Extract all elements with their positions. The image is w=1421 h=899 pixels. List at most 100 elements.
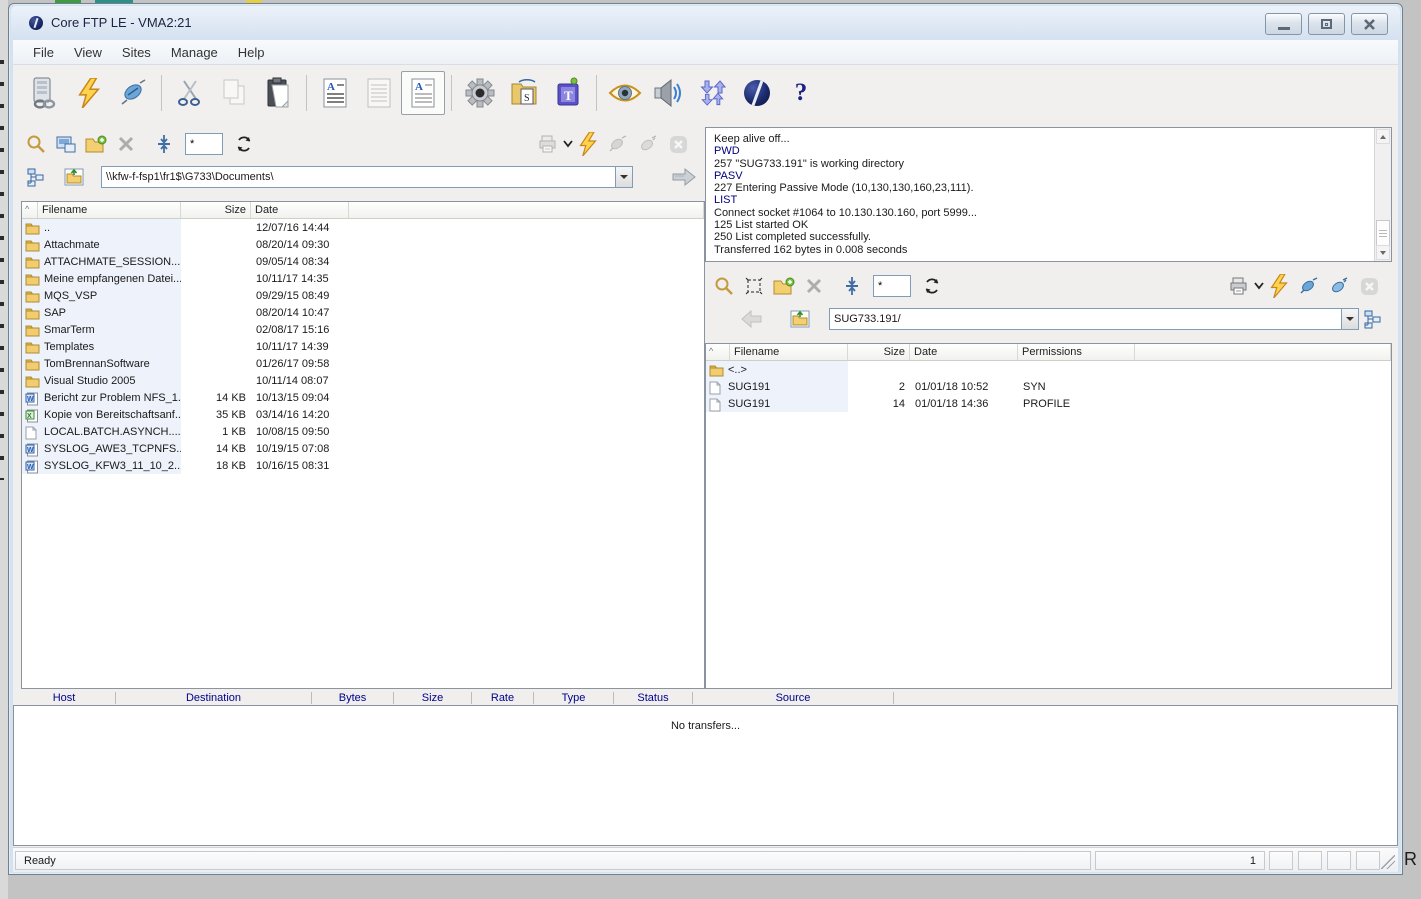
remote-filter-button[interactable] (837, 272, 867, 300)
local-path-combobox[interactable]: \\kfw-f-fsp1\fr1$\G733\Documents\ (101, 166, 633, 188)
local-connect-button[interactable] (573, 130, 603, 158)
menu-manage[interactable]: Manage (161, 42, 228, 63)
remote-reconnect-button[interactable] (1324, 272, 1354, 300)
remote-path-value[interactable]: SUG733.191/ (830, 313, 1341, 325)
file-row[interactable]: TomBrennanSoftware01/26/17 09:58 (22, 355, 704, 372)
sort-asc-icon[interactable]: ^ (706, 344, 730, 360)
templates-button[interactable]: T (546, 71, 590, 115)
queue-column-rate[interactable]: Rate (472, 692, 534, 704)
scroll-up-button[interactable] (1376, 129, 1390, 144)
local-keep-alive-button[interactable] (603, 130, 633, 158)
remote-connect-button[interactable] (1264, 272, 1294, 300)
queue-column-destination[interactable]: Destination (116, 692, 312, 704)
menu-file[interactable]: File (23, 42, 64, 63)
chevron-down-icon[interactable] (563, 140, 573, 148)
queue-column-type[interactable]: Type (534, 692, 614, 704)
file-row[interactable]: <..> (706, 361, 1391, 378)
minimize-button[interactable] (1265, 13, 1302, 35)
local-stop-button[interactable] (663, 130, 693, 158)
file-row[interactable]: WBericht zur Problem NFS_1...14 KB10/13/… (22, 389, 704, 406)
remote-tree-button[interactable] (1358, 305, 1388, 333)
local-tree-button[interactable] (21, 163, 51, 191)
remote-back-button[interactable] (737, 305, 767, 333)
chevron-down-icon[interactable] (1254, 282, 1264, 290)
sound-button[interactable] (647, 71, 691, 115)
file-row[interactable]: XKopie von Bereitschaftsanf...35 KB03/14… (22, 406, 704, 423)
queue-column-host[interactable]: Host (13, 692, 116, 704)
remote-delete-button[interactable] (799, 272, 829, 300)
help-button[interactable]: ? (779, 71, 823, 115)
local-reconnect-button[interactable] (633, 130, 663, 158)
remote-keep-alive-button[interactable] (1294, 272, 1324, 300)
queue-column-bytes[interactable]: Bytes (312, 692, 394, 704)
queue-column-size[interactable]: Size (394, 692, 472, 704)
local-parent-folder-button[interactable] (59, 163, 89, 191)
column-header-size[interactable]: Size (848, 344, 910, 360)
remote-path-combobox[interactable]: SUG733.191/ (829, 308, 1359, 330)
coreftp-logo-button[interactable] (735, 71, 779, 115)
sites-button[interactable]: S (502, 71, 546, 115)
queue-column-status[interactable]: Status (614, 692, 693, 704)
file-row[interactable]: SUG191201/01/18 10:52SYN (706, 378, 1391, 395)
view-text-button[interactable] (357, 71, 401, 115)
local-search-button[interactable] (21, 130, 51, 158)
menu-view[interactable]: View (64, 42, 112, 63)
column-header-size[interactable]: Size (181, 202, 251, 218)
file-row[interactable]: SAP08/20/14 10:47 (22, 304, 704, 321)
menu-sites[interactable]: Sites (112, 42, 161, 63)
remote-stop-button[interactable] (1354, 272, 1384, 300)
remote-select-button[interactable] (739, 272, 769, 300)
file-row[interactable]: Visual Studio 200510/11/14 08:07 (22, 372, 704, 389)
local-filter-button[interactable] (149, 130, 179, 158)
file-row[interactable]: ..12/07/16 14:44 (22, 219, 704, 236)
settings-button[interactable] (458, 71, 502, 115)
quick-connect-button[interactable] (67, 71, 111, 115)
resize-grip[interactable] (1381, 855, 1395, 869)
file-row[interactable]: MQS_VSP09/29/15 08:49 (22, 287, 704, 304)
column-header-permissions[interactable]: Permissions (1018, 344, 1135, 360)
local-print-button[interactable] (533, 130, 563, 158)
file-row[interactable]: Templates10/11/17 14:39 (22, 338, 704, 355)
disconnect-button[interactable] (111, 71, 155, 115)
remote-new-folder-button[interactable] (769, 272, 799, 300)
local-filter-input[interactable] (185, 133, 223, 155)
column-header-filename[interactable]: Filename (730, 344, 848, 360)
file-row[interactable]: Attachmate08/20/14 09:30 (22, 236, 704, 253)
queue-column-source[interactable]: Source (693, 692, 894, 704)
title-bar[interactable]: Core FTP LE - VMA2:21 (11, 6, 1400, 40)
file-row[interactable]: WSYSLOG_KFW3_11_10_2...18 KB10/16/15 08:… (22, 457, 704, 474)
remote-refresh-button[interactable] (917, 272, 947, 300)
remote-parent-folder-button[interactable] (785, 305, 815, 333)
file-row[interactable]: Meine empfangenen Datei...10/11/17 14:35 (22, 270, 704, 287)
remote-search-button[interactable] (709, 272, 739, 300)
queue-body[interactable]: No transfers... (13, 705, 1398, 846)
column-header-filename[interactable]: Filename (38, 202, 181, 218)
file-row[interactable]: WSYSLOG_AWE3_TCPNFS...14 KB10/19/15 07:0… (22, 440, 704, 457)
file-row[interactable]: LOCAL.BATCH.ASYNCH....1 KB10/08/15 09:50 (22, 423, 704, 440)
remote-print-button[interactable] (1224, 272, 1254, 300)
local-compare-button[interactable] (51, 130, 81, 158)
scroll-down-button[interactable] (1376, 245, 1390, 260)
remote-filter-input[interactable] (873, 275, 911, 297)
remote-path-dropdown-button[interactable] (1341, 309, 1358, 329)
local-path-value[interactable]: \\kfw-f-fsp1\fr1$\G733\Documents\ (102, 171, 615, 183)
menu-help[interactable]: Help (228, 42, 275, 63)
file-row[interactable]: SmarTerm02/08/17 15:16 (22, 321, 704, 338)
column-header-date[interactable]: Date (910, 344, 1018, 360)
log-scrollbar[interactable] (1374, 128, 1391, 261)
view-mixed-button[interactable]: A (401, 71, 445, 115)
paste-button[interactable] (256, 71, 300, 115)
view-file-button[interactable]: A (313, 71, 357, 115)
file-row[interactable]: ATTACHMATE_SESSION...09/05/14 08:34 (22, 253, 704, 270)
scroll-thumb[interactable] (1376, 220, 1390, 246)
local-refresh-button[interactable] (229, 130, 259, 158)
sort-asc-icon[interactable]: ^ (22, 202, 38, 218)
queue-button[interactable] (691, 71, 735, 115)
site-manager-button[interactable] (23, 71, 67, 115)
file-row[interactable]: SUG1911401/01/18 14:36PROFILE (706, 395, 1391, 412)
maximize-button[interactable] (1308, 13, 1345, 35)
copy-button[interactable] (212, 71, 256, 115)
local-transfer-button[interactable] (669, 163, 699, 191)
local-new-folder-button[interactable] (81, 130, 111, 158)
cut-button[interactable] (168, 71, 212, 115)
